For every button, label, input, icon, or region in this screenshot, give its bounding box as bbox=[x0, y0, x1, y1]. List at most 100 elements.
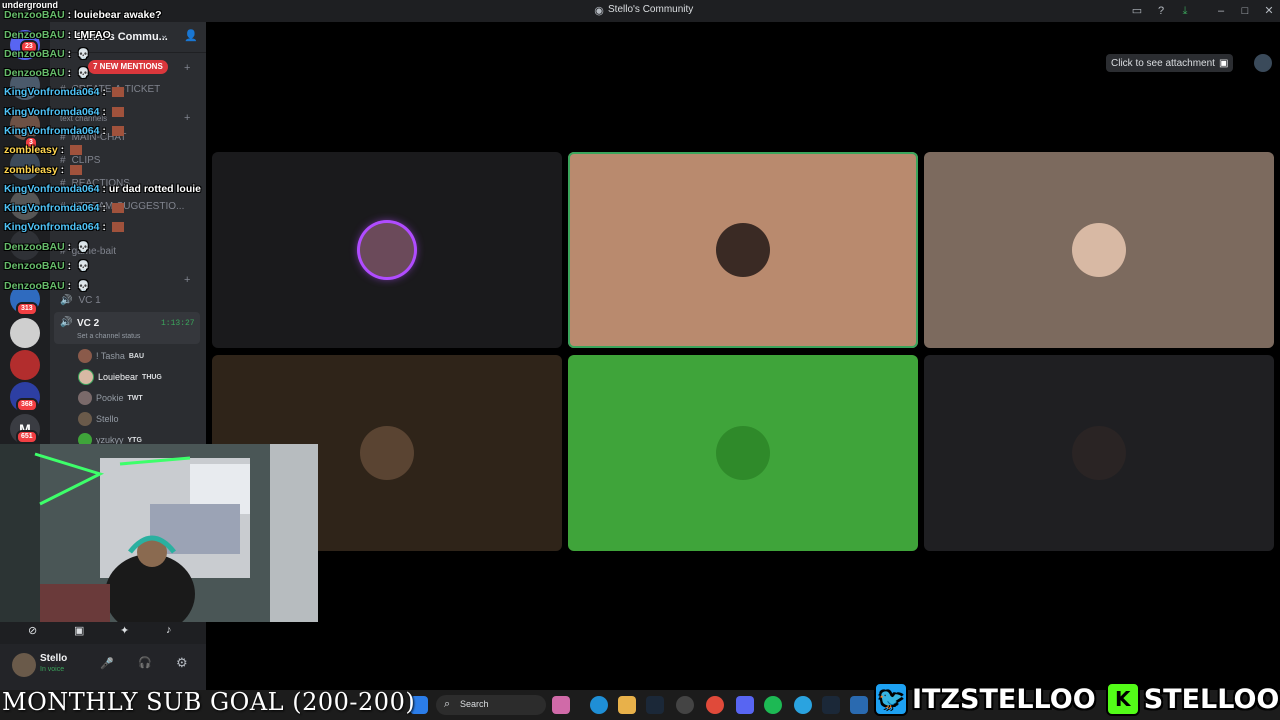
participant-tile[interactable] bbox=[924, 355, 1274, 551]
chat-message: zombleasy : bbox=[4, 144, 83, 156]
voice-timer: 1:13:27 bbox=[161, 319, 195, 328]
chat-text: louiebear awake? bbox=[74, 9, 162, 21]
webcam-overlay bbox=[0, 444, 318, 622]
avatar bbox=[360, 426, 414, 480]
emote-icon bbox=[111, 87, 124, 98]
chat-username: DenzooBAU bbox=[4, 241, 65, 253]
user-name: Stello bbox=[40, 653, 68, 664]
chat-username: DenzooBAU bbox=[4, 48, 65, 60]
chat-username: KingVonfromda064 bbox=[4, 106, 100, 118]
add-channel-icon[interactable]: + bbox=[184, 62, 190, 74]
chat-username: DenzooBAU bbox=[4, 260, 65, 272]
soundboard-icon[interactable]: ♪ bbox=[166, 624, 172, 636]
close-icon[interactable]: ✕ bbox=[1262, 4, 1276, 18]
gear-icon[interactable]: ⚙ bbox=[176, 655, 188, 671]
avatar bbox=[716, 426, 770, 480]
chat-username: KingVonfromda064 bbox=[4, 183, 100, 195]
chat-message: KingVonfromda064 : ur dad rotted louie bbox=[4, 183, 201, 195]
chat-message: DenzooBAU : 💀 bbox=[4, 241, 90, 253]
taskbar-search[interactable]: ⌕ Search bbox=[436, 695, 546, 715]
discord-icon[interactable] bbox=[736, 696, 754, 714]
download-icon[interactable]: ⤓ bbox=[1178, 4, 1192, 18]
title-bar: ◉ Stello's Community ▭ ? ⤓ – □ ✕ bbox=[0, 0, 1280, 22]
chat-username: DenzooBAU bbox=[4, 29, 65, 41]
stream-controls: ⊘ ▣ ✦ ♪ bbox=[0, 622, 206, 644]
attachment-popup[interactable]: Click to see attachment ▣ bbox=[1106, 54, 1234, 72]
steam-icon[interactable] bbox=[822, 696, 840, 714]
chat-username: zombleasy bbox=[4, 164, 58, 176]
kick-icon: K bbox=[1105, 682, 1140, 716]
add-channel-icon[interactable]: + bbox=[184, 274, 190, 286]
twitter-handle: ITZSTELLOO bbox=[912, 683, 1096, 715]
add-channel-icon[interactable]: + bbox=[184, 112, 190, 124]
chat-text: ur dad rotted louie bbox=[108, 183, 201, 195]
activity-icon[interactable]: ✦ bbox=[120, 624, 129, 637]
minimize-icon[interactable]: – bbox=[1214, 4, 1228, 18]
overlay-text: underground bbox=[2, 0, 58, 10]
chrome-icon[interactable] bbox=[706, 696, 724, 714]
chat-message: DenzooBAU : 💀 bbox=[4, 260, 90, 272]
participant-tile[interactable] bbox=[924, 152, 1274, 348]
chat-message: DenzooBAU : louiebear awake? bbox=[4, 9, 162, 21]
video-off-icon[interactable]: ⊘ bbox=[28, 624, 37, 637]
chat-message: KingVonfromda064 : bbox=[4, 106, 124, 118]
new-mentions-banner[interactable]: 7 NEW MENTIONS bbox=[88, 60, 168, 74]
add-member-icon[interactable]: 👤 bbox=[184, 29, 198, 42]
emote-icon bbox=[70, 165, 83, 176]
chat-username: DenzooBAU bbox=[4, 67, 65, 79]
participant-tile[interactable] bbox=[568, 355, 918, 551]
voice-channel-vc1[interactable]: 🔊 VC 1 bbox=[60, 295, 101, 306]
vc2-label: VC 2 bbox=[77, 318, 100, 329]
chat-username: DenzooBAU bbox=[4, 280, 65, 292]
twitter-icon: 🐦 bbox=[874, 682, 908, 716]
avatar[interactable] bbox=[12, 653, 36, 677]
widgets-icon[interactable] bbox=[552, 696, 570, 714]
emote-icon bbox=[111, 203, 124, 214]
voice-member[interactable]: Pookie TWT bbox=[78, 390, 143, 406]
app-icon[interactable] bbox=[850, 696, 868, 714]
headphones-icon[interactable]: 🎧 bbox=[138, 656, 152, 669]
help-icon[interactable]: ? bbox=[1154, 4, 1168, 18]
spotify-icon[interactable] bbox=[764, 696, 782, 714]
user-status: In voice bbox=[40, 666, 65, 673]
inbox-icon[interactable]: ▭ bbox=[1130, 4, 1144, 18]
steam-icon[interactable] bbox=[646, 696, 664, 714]
chat-username: zombleasy bbox=[4, 144, 58, 156]
participant-tile[interactable] bbox=[212, 152, 562, 348]
voice-member[interactable]: ! Tasha BAU bbox=[78, 348, 144, 364]
telegram-icon[interactable] bbox=[794, 696, 812, 714]
skull-icon: 💀 bbox=[77, 68, 90, 79]
microphone-icon[interactable]: 🎤 bbox=[100, 657, 114, 670]
chat-username: KingVonfromda064 bbox=[4, 125, 100, 137]
app-icon[interactable] bbox=[676, 696, 694, 714]
edge-icon[interactable] bbox=[590, 696, 608, 714]
chevron-down-icon: ⌄ bbox=[160, 30, 169, 41]
file-explorer-icon[interactable] bbox=[618, 696, 636, 714]
channel-status[interactable]: Set a channel status bbox=[77, 333, 140, 340]
window-title: Stello's Community bbox=[608, 4, 694, 15]
chat-username: KingVonfromda064 bbox=[4, 202, 100, 214]
skull-icon: 💀 bbox=[77, 281, 90, 292]
emote-icon bbox=[111, 107, 124, 118]
webcam-feed bbox=[0, 444, 318, 622]
chat-message: DenzooBAU : 💀 bbox=[4, 48, 90, 60]
chat-message: KingVonfromda064 : bbox=[4, 86, 124, 98]
attachment-label: Click to see attachment bbox=[1111, 57, 1215, 69]
unread-badge: 368 bbox=[16, 398, 38, 412]
skull-icon: 💀 bbox=[77, 242, 90, 253]
screen-share-icon[interactable]: ▣ bbox=[74, 624, 84, 637]
maximize-icon[interactable]: □ bbox=[1238, 4, 1252, 18]
avatar bbox=[716, 223, 770, 277]
participant-tile[interactable] bbox=[568, 152, 918, 348]
search-label: Search bbox=[460, 699, 489, 709]
chat-message: DenzooBAU : 💀 bbox=[4, 280, 90, 292]
chat-message: DenzooBAU : LMFAO bbox=[4, 29, 111, 41]
user-panel: Stello In voice 🎤 🎧 ⚙ bbox=[0, 644, 206, 690]
voice-member[interactable]: Stello bbox=[78, 411, 119, 427]
server-icon[interactable] bbox=[10, 350, 40, 380]
server-icon[interactable] bbox=[10, 318, 40, 348]
voice-member[interactable]: Louiebear THUG bbox=[78, 369, 162, 385]
avatar bbox=[1072, 426, 1126, 480]
voice-channel-vc2[interactable]: 🔊 VC 2 1:13:27 Set a channel status bbox=[54, 312, 200, 344]
search-icon: ⌕ bbox=[444, 698, 451, 710]
